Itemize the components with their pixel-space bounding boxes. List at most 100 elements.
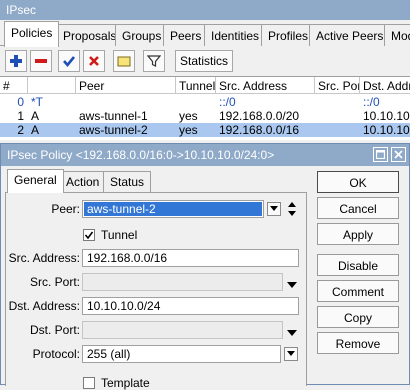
src-port-dropdown-button[interactable] (287, 278, 297, 292)
row-tunnel: yes (179, 109, 198, 123)
row-dst-address: ::/0 (363, 95, 380, 109)
check-icon (84, 231, 94, 240)
cancel-button[interactable]: Cancel (317, 197, 399, 219)
ok-button[interactable]: OK (317, 171, 399, 193)
tunnel-checkbox[interactable] (83, 229, 95, 241)
chevron-down-icon (270, 206, 278, 211)
tab-profiles[interactable]: Profiles (261, 24, 316, 46)
check-icon (63, 56, 76, 68)
note-icon (117, 56, 131, 67)
toolbar: Statistics (0, 47, 410, 75)
tab-status[interactable]: Status (103, 171, 152, 192)
comment-button[interactable]: Comment (317, 280, 399, 302)
peer-dropdown-button[interactable] (267, 202, 281, 216)
filter-icon (147, 55, 161, 67)
close-button[interactable] (391, 147, 406, 162)
tab-peers[interactable]: Peers (163, 24, 209, 46)
close-icon (394, 150, 403, 159)
chevron-down-icon (287, 282, 297, 288)
tab-active-peers[interactable]: Active Peers (309, 24, 391, 46)
table-header: # Peer Tunnel Src. Address Src. Port Dst… (0, 77, 410, 94)
apply-button[interactable]: Apply (317, 223, 399, 245)
row-peer: aws-tunnel-1 (79, 109, 148, 123)
tab-proposals[interactable]: Proposals (56, 24, 124, 46)
dst-port-label: Dst. Port: (29, 323, 80, 337)
template-label: Template (101, 376, 150, 390)
peer-sort-button[interactable] (287, 201, 297, 217)
col-src-address[interactable]: Src. Address (216, 77, 315, 94)
filter-button[interactable] (143, 50, 165, 72)
chevron-down-icon (287, 351, 295, 356)
maximize-icon (376, 150, 385, 159)
general-panel: Peer: aws-tunnel-2 Tunnel Src. Address: … (5, 192, 307, 390)
tab-bar: Policies Proposals Groups Peers Identiti… (0, 20, 410, 47)
maximize-button[interactable] (373, 147, 388, 162)
up-down-arrows-icon (288, 202, 296, 216)
col-src-port[interactable]: Src. Port (315, 77, 360, 94)
tab-identities[interactable]: Identities (204, 24, 267, 46)
row-number: 2 (17, 123, 24, 137)
src-port-input[interactable] (82, 273, 283, 291)
dst-address-label: Dst. Address: (8, 299, 80, 313)
row-dst-address: 10.10.10.0 (363, 123, 410, 137)
dialog-title: IPsec Policy <192.168.0.0/16:0->10.10.10… (1, 144, 409, 166)
row-tunnel (176, 95, 216, 109)
row-src-address: ::/0 (219, 95, 236, 109)
peer-label: Peer: (51, 202, 80, 216)
enable-button[interactable] (58, 50, 80, 72)
row-number: 0 (17, 95, 24, 109)
peer-selected-value: aws-tunnel-2 (84, 202, 262, 216)
row-tunnel: yes (179, 123, 198, 137)
disable-button[interactable] (83, 50, 105, 72)
chevron-down-icon (287, 330, 297, 336)
row-src-address: 192.168.0.0/20 (219, 109, 300, 123)
comment-button[interactable] (113, 50, 135, 72)
tab-modes[interactable]: Mod (384, 24, 410, 46)
remove-button[interactable]: Remove (317, 332, 399, 354)
row-src-address: 192.168.0.0/16 (219, 123, 300, 137)
src-address-input[interactable]: 192.168.0.0/16 (82, 249, 299, 267)
dst-address-input[interactable]: 10.10.10.0/24 (82, 297, 299, 315)
add-button[interactable] (5, 50, 27, 72)
row-src-port (315, 109, 360, 123)
table-row[interactable]: 0 *T ::/0 ::/0 (0, 95, 410, 109)
col-dst-address[interactable]: Dst. Address (360, 77, 410, 94)
dst-port-input[interactable] (82, 321, 283, 339)
row-dst-address: 10.10.10.0 (363, 109, 410, 123)
table-row[interactable]: 1 A aws-tunnel-1 yes 192.168.0.0/20 10.1… (0, 109, 410, 123)
col-flags[interactable] (28, 77, 76, 94)
protocol-select[interactable]: 255 (all) (82, 345, 281, 363)
tab-action[interactable]: Action (59, 171, 107, 192)
cross-icon (89, 56, 99, 66)
ipsec-policy-dialog: IPsec Policy <192.168.0.0/16:0->10.10.10… (0, 143, 410, 390)
row-flags: *T (31, 95, 43, 109)
disable-button[interactable]: Disable (317, 254, 399, 276)
col-number[interactable]: # (0, 77, 28, 94)
window-title: IPsec (0, 0, 410, 20)
src-port-label: Src. Port: (29, 275, 80, 289)
protocol-label: Protocol: (32, 347, 80, 361)
statistics-button[interactable]: Statistics (175, 50, 233, 72)
row-flags: A (31, 109, 40, 123)
table-row-selected[interactable]: 2 A aws-tunnel-2 yes 192.168.0.0/16 10.1… (0, 123, 410, 137)
policies-table: # Peer Tunnel Src. Address Src. Port Dst… (0, 76, 410, 140)
tab-general[interactable]: General (7, 169, 64, 193)
remove-button[interactable] (30, 50, 52, 72)
copy-button[interactable]: Copy (317, 306, 399, 328)
col-tunnel[interactable]: Tunnel (176, 77, 216, 94)
dst-port-dropdown-button[interactable] (287, 326, 297, 340)
minus-icon (35, 59, 47, 63)
peer-select[interactable]: aws-tunnel-2 (82, 200, 264, 218)
col-peer[interactable]: Peer (76, 77, 176, 94)
row-peer: aws-tunnel-2 (79, 123, 148, 137)
row-number: 1 (17, 109, 24, 123)
row-peer (76, 95, 176, 109)
src-address-label: Src. Address: (8, 251, 80, 265)
template-checkbox[interactable] (83, 377, 95, 389)
plus-icon (10, 55, 22, 67)
row-flags: A (31, 123, 40, 137)
protocol-dropdown-button[interactable] (284, 347, 298, 361)
row-src-port (315, 123, 360, 137)
tab-policies[interactable]: Policies (4, 21, 60, 47)
tab-groups[interactable]: Groups (115, 24, 169, 46)
